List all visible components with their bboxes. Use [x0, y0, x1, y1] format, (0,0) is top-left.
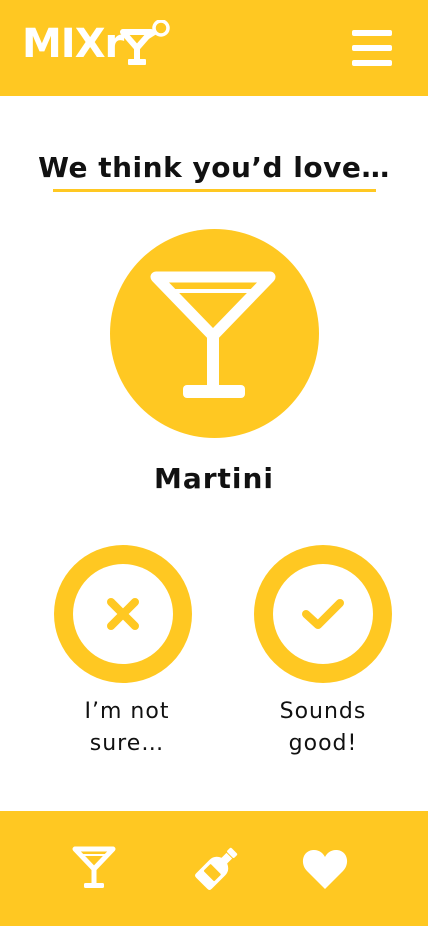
app-header: MIXr: [0, 0, 428, 96]
hamburger-menu-icon[interactable]: [346, 26, 398, 70]
not-sure-button-inner: [73, 564, 173, 664]
nav-bottles[interactable]: [194, 843, 242, 891]
not-sure-label: I’m not sure…: [47, 696, 207, 760]
menu-bar-middle: [352, 45, 392, 51]
bottle-icon: [195, 847, 238, 890]
cocktail-glass-icon: [72, 846, 116, 888]
sounds-good-label-line2: good!: [288, 731, 358, 756]
close-x-icon: [107, 598, 139, 630]
logo-text: MIXr: [22, 21, 124, 67]
drink-name: Martini: [153, 462, 275, 495]
checkmark-icon: [302, 599, 344, 629]
bottom-nav: [0, 811, 428, 926]
not-sure-label-line2: sure…: [89, 731, 165, 756]
not-sure-button[interactable]: [54, 545, 192, 683]
recommendation-heading: We think you’d love…: [38, 151, 390, 184]
drink-image: [110, 229, 319, 438]
heart-icon: [302, 849, 348, 889]
mixr-logo[interactable]: MIXr: [22, 20, 171, 68]
nav-cocktails[interactable]: [70, 844, 118, 892]
menu-bar-bottom: [352, 60, 392, 66]
sounds-good-label-line1: Sounds: [279, 699, 367, 724]
sounds-good-label: Sounds good!: [243, 696, 403, 760]
nav-favorites[interactable]: [301, 845, 349, 891]
cocktail-glass-icon: [150, 271, 276, 398]
sounds-good-button[interactable]: [254, 545, 392, 683]
not-sure-label-line1: I’m not: [84, 699, 170, 724]
menu-bar-top: [352, 30, 392, 36]
logo-cocktail-glass-icon: [120, 20, 171, 65]
sounds-good-button-inner: [273, 564, 373, 664]
heading-underline: [53, 189, 376, 192]
